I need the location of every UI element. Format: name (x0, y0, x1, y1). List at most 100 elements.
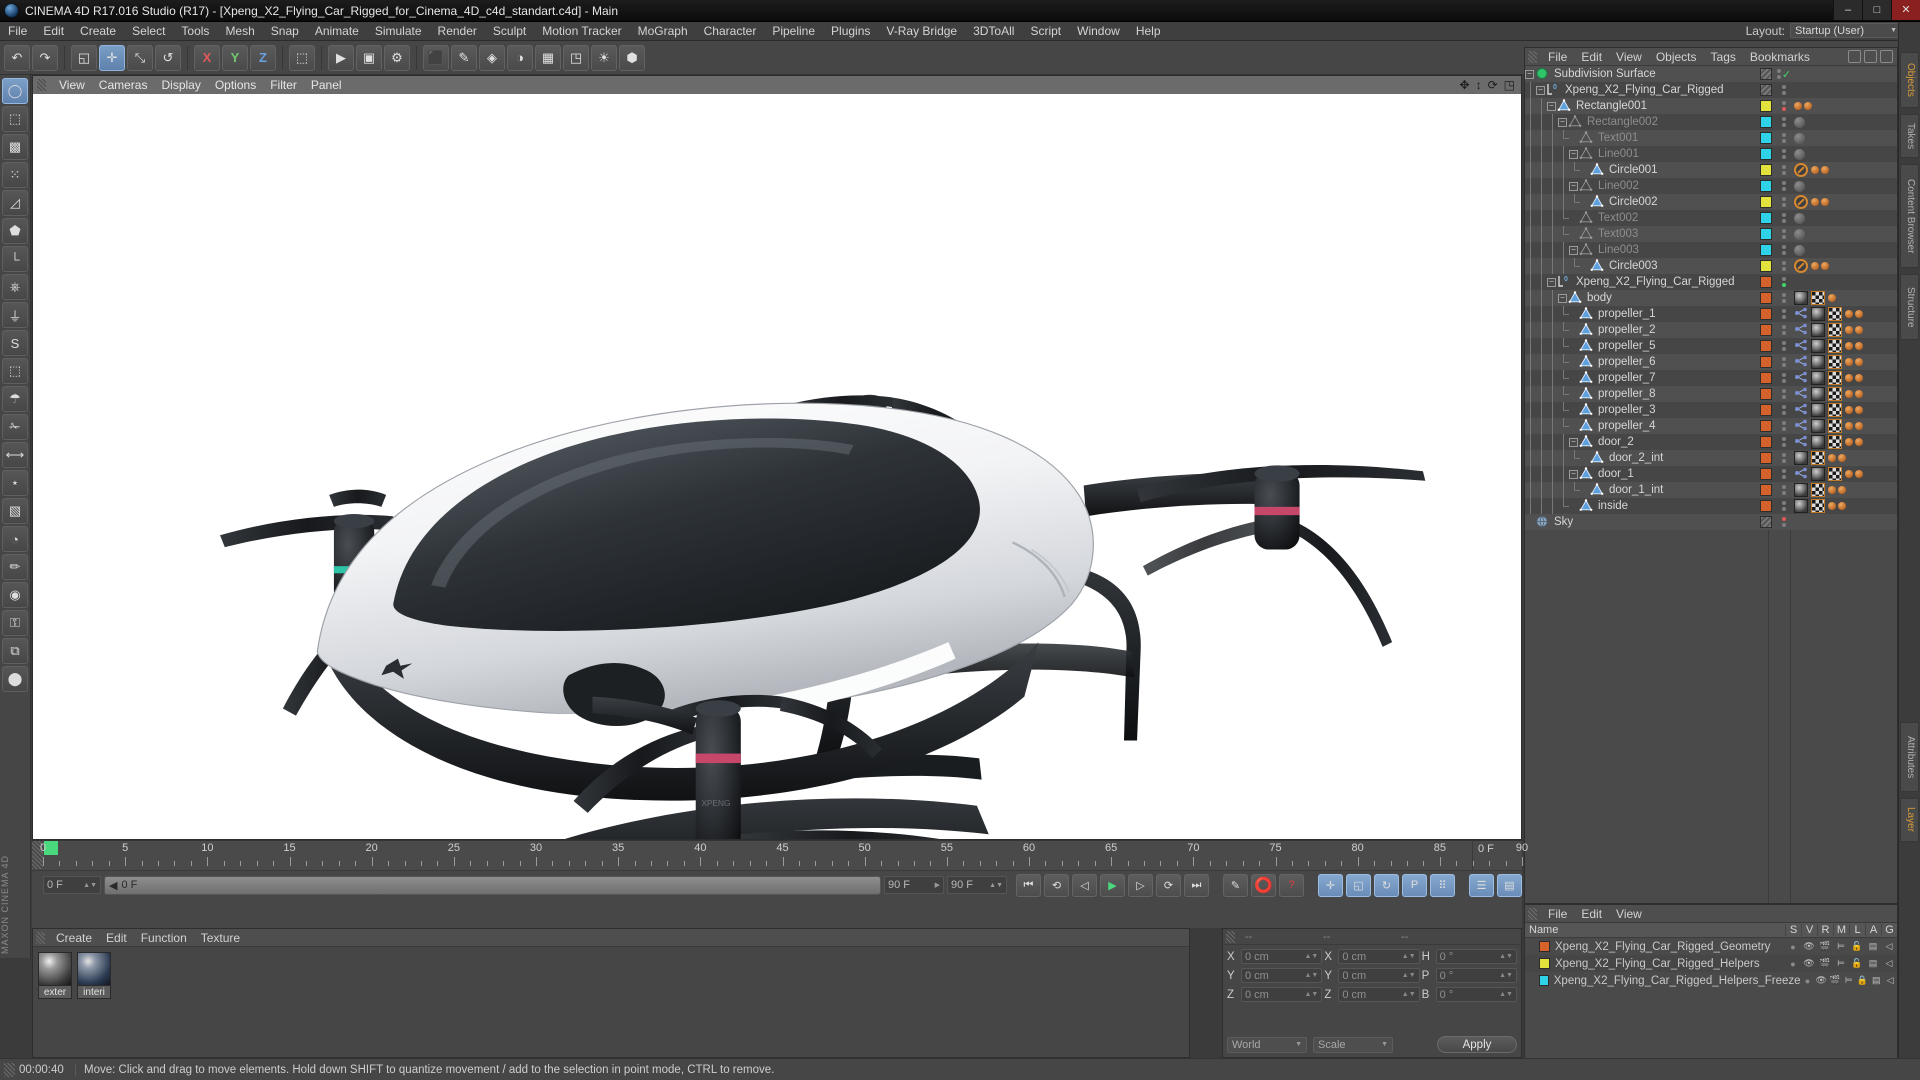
material-tag-icon[interactable] (1794, 483, 1808, 497)
maximize-view-icon[interactable]: ◳ (1504, 78, 1515, 92)
disabled-tag-icon[interactable] (1794, 116, 1805, 128)
expander-toggle[interactable]: − (1547, 277, 1556, 287)
layer-color-chip[interactable] (1760, 132, 1772, 144)
panel-grip-icon[interactable] (4, 1062, 15, 1077)
animation-toggle-icon[interactable]: ▤ (1865, 941, 1881, 952)
material-dot-icon[interactable] (1855, 470, 1863, 478)
render-toggle-icon[interactable]: 🎬 (1828, 975, 1842, 986)
object-row[interactable]: propeller_6 (1525, 354, 1897, 370)
material-tag-icon[interactable] (1794, 291, 1808, 305)
visibility-dot[interactable] (1782, 261, 1786, 265)
stepper-icon[interactable]: ▲▼ (989, 882, 1003, 889)
expander-toggle[interactable]: − (1558, 117, 1567, 127)
layer-color-chip[interactable] (1539, 958, 1550, 969)
current-time-marker[interactable] (44, 841, 58, 855)
layer-row[interactable]: Xpeng_X2_Flying_Car_Rigged_Geometry ● 👁 🎬 ⊨ 🔓… (1525, 938, 1897, 955)
play-range-icon[interactable]: ▶ (935, 882, 940, 889)
visibility-dots[interactable] (1780, 517, 1789, 527)
generator-button[interactable]: ◈ (479, 44, 505, 71)
material-dot-icon[interactable] (1794, 102, 1802, 110)
material-tag-icon[interactable] (1794, 451, 1808, 465)
checker-tag-icon[interactable] (1828, 467, 1842, 481)
layer-color-chip[interactable] (1760, 148, 1772, 160)
material-tag-icon[interactable] (1794, 499, 1808, 513)
lock-toggle-icon[interactable]: 🔓 (1849, 941, 1865, 952)
visibility-dots[interactable] (1780, 133, 1789, 143)
visibility-dot[interactable] (1782, 315, 1786, 319)
previous-key-button[interactable]: ⟲ (1044, 873, 1069, 897)
material-tag-icon[interactable] (1811, 467, 1825, 481)
layer-color-chip[interactable] (1760, 468, 1772, 480)
axis-x-button[interactable]: X (194, 44, 220, 71)
object-row[interactable]: propeller_7 (1525, 370, 1897, 386)
viewport-menu-filter[interactable]: Filter (263, 76, 304, 94)
material-dot-icon[interactable] (1828, 502, 1836, 510)
side-tab-layer[interactable]: Layer (1900, 798, 1919, 842)
visibility-dots[interactable] (1780, 101, 1789, 111)
viewport-menu-cameras[interactable]: Cameras (92, 76, 155, 94)
step-back-button[interactable]: ◁ (1072, 873, 1097, 897)
stepper-icon[interactable]: ▲▼ (1402, 953, 1416, 960)
checker-tag-icon[interactable] (1828, 419, 1842, 433)
layer-color-chip[interactable] (1760, 260, 1772, 272)
select-live-button[interactable]: ◱ (71, 44, 97, 71)
viewport-menu-display[interactable]: Display (154, 76, 207, 94)
disabled-tag-icon[interactable] (1794, 244, 1805, 256)
visibility-dot[interactable] (1782, 197, 1786, 201)
object-row[interactable]: propeller_2 (1525, 322, 1897, 338)
visibility-dot[interactable] (1782, 373, 1786, 377)
layer-row[interactable]: Xpeng_X2_Flying_Car_Rigged_Helpers ● 👁 🎬 ⊨ 🔓 ▤… (1525, 955, 1897, 972)
visibility-dot[interactable] (1782, 267, 1786, 271)
material-dot-icon[interactable] (1838, 454, 1846, 462)
layer-menu-view[interactable]: View (1609, 905, 1649, 923)
move-tool-button[interactable]: ✛ (99, 44, 125, 71)
layer-color-chip[interactable] (1760, 68, 1772, 80)
stepper-icon[interactable]: ▲▼ (1402, 991, 1416, 998)
menu-plugins[interactable]: Plugins (823, 22, 878, 41)
xpresso-tag-icon[interactable] (1794, 419, 1808, 433)
menu-edit[interactable]: Edit (35, 22, 72, 41)
expander-toggle[interactable]: − (1569, 181, 1578, 191)
visibility-dot[interactable] (1782, 277, 1786, 281)
expander-toggle[interactable]: − (1569, 469, 1578, 479)
visibility-dot[interactable] (1782, 491, 1786, 495)
material-dot-icon[interactable] (1828, 454, 1836, 462)
generators-toggle-icon[interactable]: ◁ (1881, 958, 1897, 969)
side-tab-attributes[interactable]: Attributes (1900, 722, 1919, 792)
no-entry-tag-icon[interactable] (1794, 163, 1808, 177)
size-z-input[interactable]: 0 cm ▲▼ (1338, 987, 1420, 1002)
time-slider[interactable]: ◀ 0 F (104, 875, 881, 895)
visibility-dots[interactable] (1776, 69, 1781, 79)
object-row[interactable]: Circle001 (1525, 162, 1897, 178)
stepper-icon[interactable]: ▲▼ (1499, 972, 1513, 979)
step-forward-button[interactable]: ▷ (1128, 873, 1153, 897)
menu-create[interactable]: Create (72, 22, 124, 41)
object-row[interactable]: − Subdivision Surface ✓ (1525, 66, 1897, 82)
menu-render[interactable]: Render (430, 22, 485, 41)
visibility-dots[interactable] (1780, 405, 1789, 415)
object-row[interactable]: propeller_3 (1525, 402, 1897, 418)
range-end-field[interactable]: 90 F ▶ (884, 876, 944, 894)
visibility-dot[interactable] (1782, 117, 1786, 121)
record-active-objects-button[interactable]: ⭕ (1251, 873, 1276, 897)
object-row[interactable]: Text002 (1525, 210, 1897, 226)
object-row[interactable]: Circle003 (1525, 258, 1897, 274)
object-row[interactable]: − Line001 (1525, 146, 1897, 162)
visibility-dots[interactable] (1780, 213, 1789, 223)
visibility-dots[interactable] (1780, 325, 1789, 335)
stepper-icon[interactable]: ▲▼ (1499, 953, 1513, 960)
viewport-canvas[interactable]: XPENG (33, 94, 1521, 839)
panel-grip-icon[interactable] (1528, 907, 1537, 920)
position-x-input[interactable]: 0 cm ▲▼ (1241, 949, 1323, 964)
material-menu-edit[interactable]: Edit (99, 929, 134, 947)
disabled-tag-icon[interactable] (1794, 132, 1805, 144)
expander-toggle[interactable]: − (1525, 69, 1534, 79)
material-dot-icon[interactable] (1855, 358, 1863, 366)
visibility-dots[interactable] (1780, 117, 1789, 127)
deformer-button[interactable]: ◑ (507, 44, 533, 71)
visibility-dot[interactable] (1782, 341, 1786, 345)
visibility-dot[interactable] (1782, 165, 1786, 169)
visibility-dot[interactable] (1782, 325, 1786, 329)
visible-toggle-icon[interactable]: 👁 (1801, 958, 1817, 969)
visibility-dot[interactable] (1782, 379, 1786, 383)
